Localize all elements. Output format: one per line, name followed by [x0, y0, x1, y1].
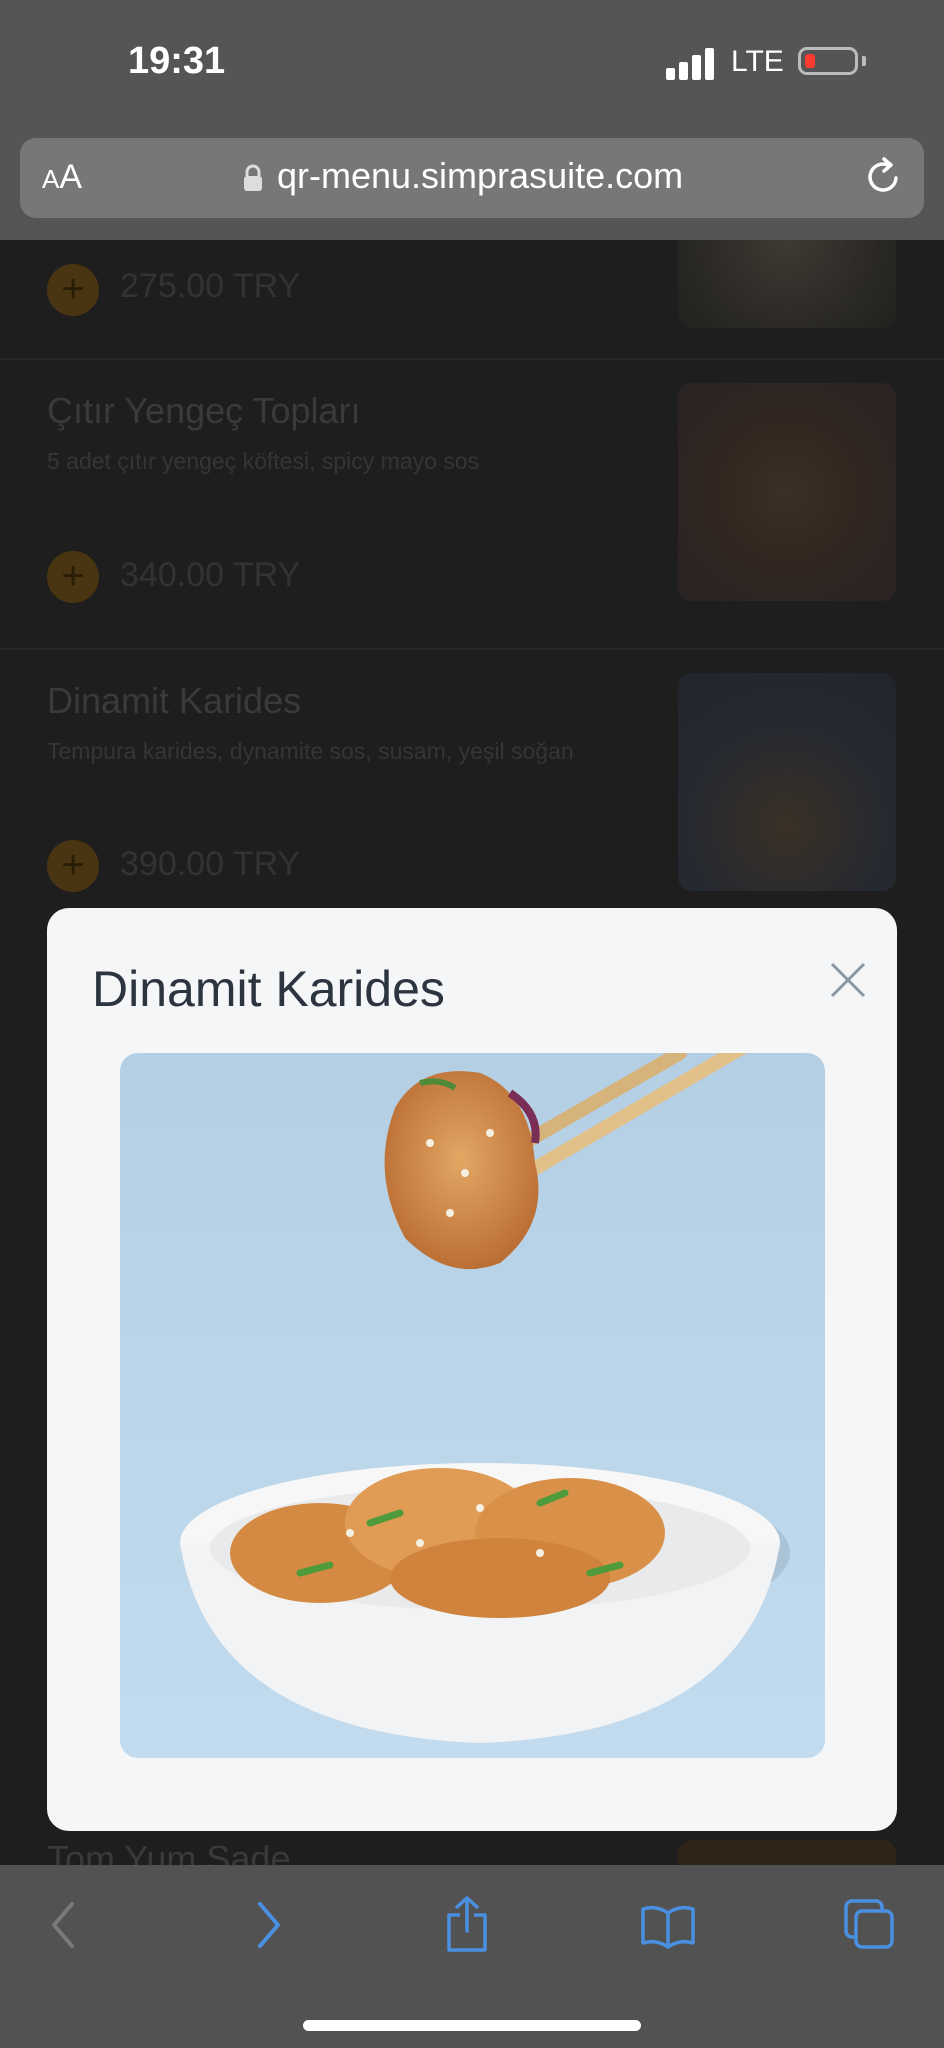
bookmarks-icon[interactable] — [640, 1903, 696, 1949]
home-indicator[interactable] — [303, 2020, 641, 2031]
item-thumbnail[interactable] — [678, 383, 896, 601]
forward-icon[interactable] — [254, 1900, 284, 1950]
network-type: LTE — [731, 45, 784, 78]
item-price: 390.00 TRY — [120, 845, 301, 883]
battery-cap — [862, 56, 866, 66]
item-thumbnail[interactable] — [678, 673, 896, 891]
item-description: Tempura karides, dynamite sos, susam, ye… — [47, 738, 574, 764]
item-title[interactable]: Dinamit Karides — [47, 680, 301, 722]
status-time: 19:31 — [128, 40, 226, 82]
item-price: 275.00 TRY — [120, 267, 301, 305]
item-price: 340.00 TRY — [120, 556, 301, 594]
lock-icon — [244, 164, 262, 191]
item-thumbnail[interactable] — [678, 240, 896, 328]
battery-level — [805, 54, 815, 68]
url-text[interactable]: qr-menu.simprasuite.com — [277, 155, 683, 197]
item-title[interactable]: Çıtır Yengeç Topları — [47, 390, 361, 432]
dish-photo — [120, 1053, 825, 1758]
item-description: 5 adet çıtır yengeç köftesi, spicy mayo … — [47, 448, 480, 474]
item-thumbnail[interactable] — [678, 1840, 896, 1865]
text-size-large: A — [59, 158, 83, 196]
back-icon[interactable] — [48, 1900, 78, 1950]
text-size-small: A — [42, 164, 60, 194]
add-item-button[interactable]: + — [47, 840, 99, 892]
text-size-button[interactable]: AA — [42, 158, 82, 197]
item-divider — [0, 358, 944, 360]
reload-icon[interactable] — [864, 156, 904, 198]
tabs-icon[interactable] — [843, 1898, 895, 1950]
close-icon[interactable] — [828, 960, 868, 1000]
item-title[interactable]: Tom Yum Sade — [47, 1838, 290, 1865]
modal-title: Dinamit Karides — [92, 961, 445, 1017]
add-item-button[interactable]: + — [47, 551, 99, 603]
signal-icon — [666, 48, 714, 80]
share-icon[interactable] — [444, 1895, 490, 1955]
add-item-button[interactable]: + — [47, 264, 99, 316]
battery-icon — [798, 47, 858, 75]
item-divider — [0, 648, 944, 650]
